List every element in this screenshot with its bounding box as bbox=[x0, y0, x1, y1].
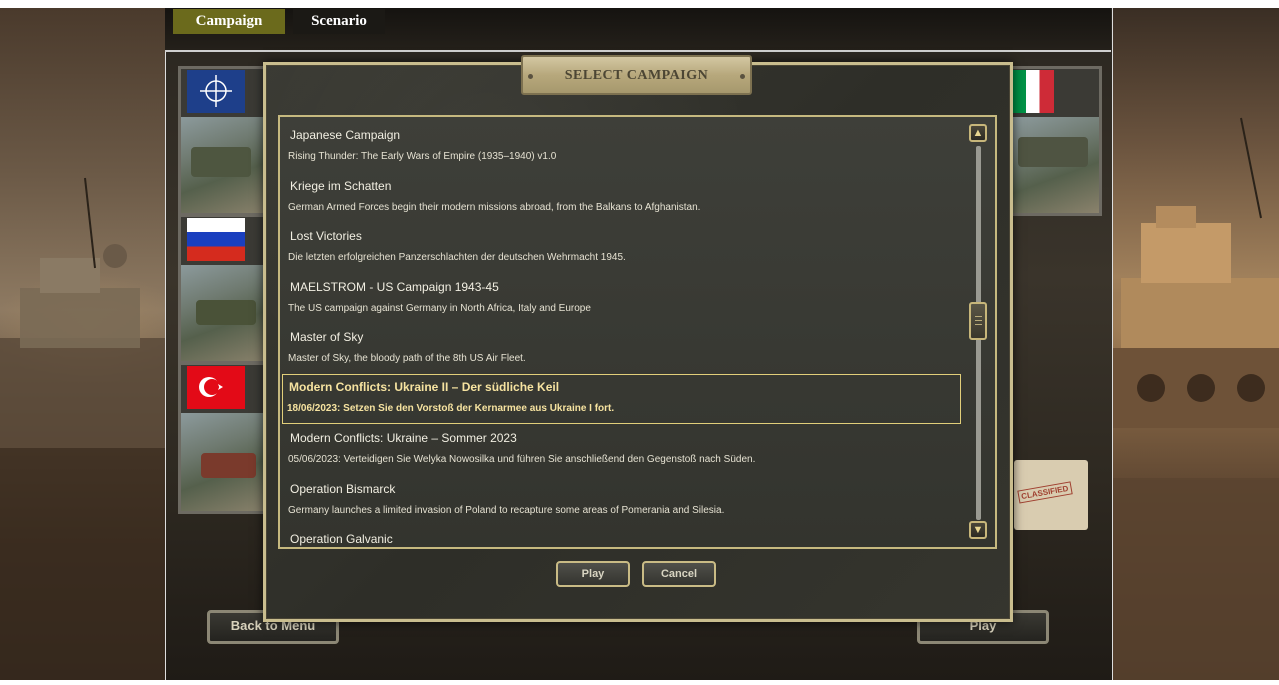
vehicle-photo bbox=[181, 117, 269, 213]
tank-right-illustration bbox=[1111, 117, 1279, 680]
list-item[interactable]: Master of Sky Master of Sky, the bloody … bbox=[286, 324, 960, 374]
list-item[interactable]: Operation Bismarck Germany launches a li… bbox=[286, 476, 960, 526]
list-item[interactable]: Japanese Campaign Rising Thunder: The Ea… bbox=[286, 122, 960, 172]
scroll-thumb[interactable] bbox=[969, 302, 987, 340]
dialog-title-text: SELECT CAMPAIGN bbox=[564, 68, 709, 83]
campaign-description: 18/06/2023: Setzen Sie den Vorstoß der K… bbox=[287, 403, 615, 414]
nato-flag-icon bbox=[187, 70, 245, 113]
list-item[interactable]: Modern Conflicts: Ukraine – Sommer 2023 … bbox=[286, 425, 960, 475]
list-item-selected[interactable]: Modern Conflicts: Ukraine II – Der südli… bbox=[282, 374, 961, 424]
campaign-name: Kriege im Schatten bbox=[290, 179, 392, 193]
list-item[interactable]: MAELSTROM - US Campaign 1943-45 The US c… bbox=[286, 274, 960, 324]
campaign-description: Master of Sky, the bloody path of the 8t… bbox=[288, 353, 526, 364]
turkey-flag-icon bbox=[187, 366, 245, 409]
campaign-name: Modern Conflicts: Ukraine II – Der südli… bbox=[289, 380, 560, 394]
tab-campaign[interactable]: Campaign bbox=[173, 9, 285, 34]
campaign-name: Modern Conflicts: Ukraine – Sommer 2023 bbox=[290, 431, 517, 445]
background-left-scene bbox=[0, 8, 165, 680]
campaign-description: Die letzten erfolgreichen Panzerschlacht… bbox=[288, 252, 626, 263]
campaign-list-scrollbar[interactable]: ▲ ▼ bbox=[969, 124, 989, 542]
campaign-list[interactable]: Japanese Campaign Rising Thunder: The Ea… bbox=[278, 115, 997, 549]
italy-flag-icon bbox=[1012, 70, 1054, 113]
list-item[interactable]: Kriege im Schatten German Armed Forces b… bbox=[286, 173, 960, 223]
campaign-description: 05/06/2023: Verteidigen Sie Welyka Nowos… bbox=[288, 454, 756, 465]
list-item[interactable]: Lost Victories Die letzten erfolgreichen… bbox=[286, 223, 960, 273]
vehicle-photo bbox=[181, 265, 269, 361]
tank-left-illustration bbox=[0, 177, 165, 680]
campaign-name: Operation Bismarck bbox=[290, 482, 396, 496]
background-right-scene bbox=[1111, 8, 1279, 680]
folder-stamp: CLASSIFIED bbox=[1017, 481, 1073, 504]
arrow-up-icon[interactable]: ▲ bbox=[969, 124, 987, 142]
dialog-title: SELECT CAMPAIGN bbox=[521, 55, 752, 95]
list-item[interactable]: Operation Galvanic bbox=[286, 526, 960, 547]
classified-folder-icon: CLASSIFIED bbox=[1014, 460, 1088, 530]
vehicle-photo bbox=[1013, 117, 1099, 213]
campaign-description: The US campaign against Germany in North… bbox=[288, 303, 591, 314]
campaign-name: MAELSTROM - US Campaign 1943-45 bbox=[290, 280, 499, 294]
campaign-name: Operation Galvanic bbox=[290, 532, 393, 546]
tab-scenario[interactable]: Scenario bbox=[293, 9, 385, 34]
play-button[interactable]: Play bbox=[556, 561, 630, 587]
campaign-description: Germany launches a limited invasion of P… bbox=[288, 505, 725, 516]
cancel-button[interactable]: Cancel bbox=[642, 561, 716, 587]
campaign-name: Lost Victories bbox=[290, 229, 362, 243]
campaign-description: German Armed Forces begin their modern m… bbox=[288, 202, 701, 213]
russia-flag-icon bbox=[187, 218, 245, 261]
vehicle-photo bbox=[181, 413, 269, 511]
campaign-name: Japanese Campaign bbox=[290, 128, 401, 142]
campaign-name: Master of Sky bbox=[290, 330, 364, 344]
arrow-down-icon[interactable]: ▼ bbox=[969, 521, 987, 539]
campaign-description: Rising Thunder: The Early Wars of Empire… bbox=[288, 151, 557, 162]
